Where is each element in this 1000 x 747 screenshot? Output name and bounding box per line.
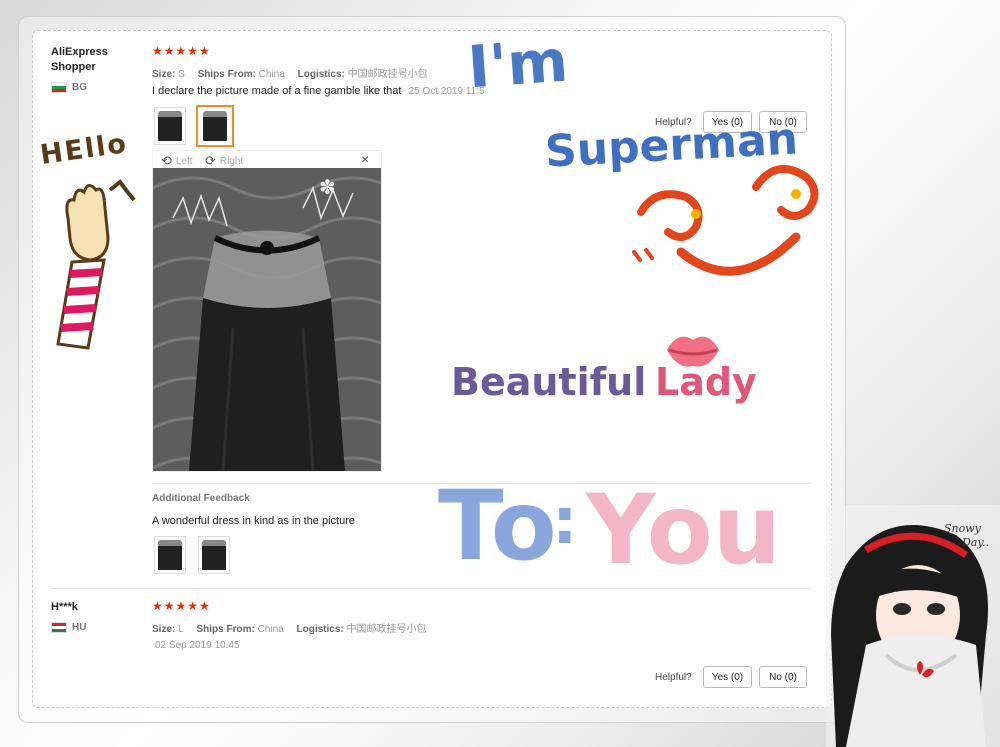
size-label: Size: bbox=[152, 624, 176, 635]
reviewer-country: BG bbox=[51, 82, 87, 93]
review-body: I declare the picture made of a fine gam… bbox=[152, 85, 402, 97]
additional-photo-thumb[interactable] bbox=[198, 536, 230, 574]
lady-sticker-text: Lady bbox=[655, 360, 757, 404]
ships-value: China bbox=[257, 624, 284, 635]
size-value: S bbox=[178, 69, 185, 80]
review-text: I declare the picture made of a fine gam… bbox=[152, 85, 485, 97]
dress-thumbnail bbox=[158, 540, 182, 570]
size-label: Size: bbox=[152, 69, 176, 80]
rotate-right-button[interactable]: ⟳ Right bbox=[205, 153, 243, 169]
reviewer-name: AliExpress Shopper bbox=[51, 46, 108, 73]
flag-hu-icon bbox=[51, 622, 67, 633]
star-rating: ★★★★★ bbox=[152, 44, 211, 58]
photo-viewer: ⟲ Left ⟳ Right × ✽ bbox=[152, 150, 382, 472]
beautiful-sticker-text: Beautiful bbox=[451, 360, 647, 404]
flag-bg-icon bbox=[51, 82, 67, 93]
to-sticker-text: To bbox=[438, 470, 557, 582]
ships-value: China bbox=[258, 69, 285, 80]
reviewer-country: HU bbox=[51, 622, 86, 633]
review-meta: Size: S Ships From: China Logistics: 中国邮… bbox=[152, 65, 438, 80]
dress-thumbnail bbox=[203, 111, 227, 141]
dress-photo-image: ✽ bbox=[153, 168, 381, 471]
im-sticker-text: I'm bbox=[465, 26, 571, 102]
logistics-label: Logistics: bbox=[296, 624, 344, 635]
size-value: L bbox=[178, 624, 184, 635]
rotate-left-button[interactable]: ⟲ Left bbox=[161, 153, 193, 169]
snowy-text: Snowy bbox=[944, 522, 981, 535]
star-rating: ★★★★★ bbox=[152, 599, 211, 613]
day-text: Day.. bbox=[962, 536, 990, 549]
rotate-left-icon: ⟲ bbox=[161, 153, 172, 168]
logistics-value: 中国邮政挂号小包 bbox=[347, 69, 428, 80]
svg-text:✽: ✽ bbox=[319, 175, 336, 199]
close-icon[interactable]: × bbox=[361, 151, 369, 167]
ships-label: Ships From: bbox=[196, 624, 255, 635]
ships-label: Ships From: bbox=[197, 69, 256, 80]
helpful-yes-button[interactable]: Yes (0) bbox=[703, 666, 752, 688]
review-photo-thumb-active[interactable] bbox=[196, 105, 234, 147]
additional-photo-thumb[interactable] bbox=[154, 536, 186, 574]
dress-thumbnail bbox=[202, 540, 226, 570]
country-code: BG bbox=[72, 82, 87, 93]
rotate-right-label: Right bbox=[219, 155, 244, 167]
waving-arm-icon bbox=[56, 179, 136, 350]
review-meta: Size: L Ships From: China Logistics: 中国邮… bbox=[152, 620, 437, 635]
logistics-label: Logistics: bbox=[297, 69, 345, 80]
rotate-left-label: Left bbox=[175, 155, 193, 167]
rotate-right-icon: ⟳ bbox=[205, 153, 216, 168]
review-date: 02 Sep 2019 10:45 bbox=[155, 640, 240, 651]
country-code: HU bbox=[72, 622, 87, 633]
additional-feedback-text: A wonderful dress in kind as in the pict… bbox=[152, 515, 356, 527]
helpful-label: Helpful? bbox=[655, 672, 692, 683]
logistics-value: 中国邮政挂号小包 bbox=[346, 624, 427, 635]
smiley-face-icon bbox=[632, 165, 819, 276]
colon-sticker-text: : bbox=[552, 485, 578, 559]
dress-thumbnail bbox=[158, 111, 182, 141]
helpful-no-button[interactable]: No (0) bbox=[759, 666, 807, 688]
reviewer-name: H***k bbox=[51, 601, 78, 613]
review-photo-large: ✽ bbox=[153, 168, 381, 471]
review-photo-thumb[interactable] bbox=[154, 107, 186, 145]
additional-feedback-heading: Additional Feedback bbox=[152, 493, 250, 504]
you-sticker-text: You bbox=[586, 474, 781, 586]
review-divider bbox=[51, 588, 811, 589]
